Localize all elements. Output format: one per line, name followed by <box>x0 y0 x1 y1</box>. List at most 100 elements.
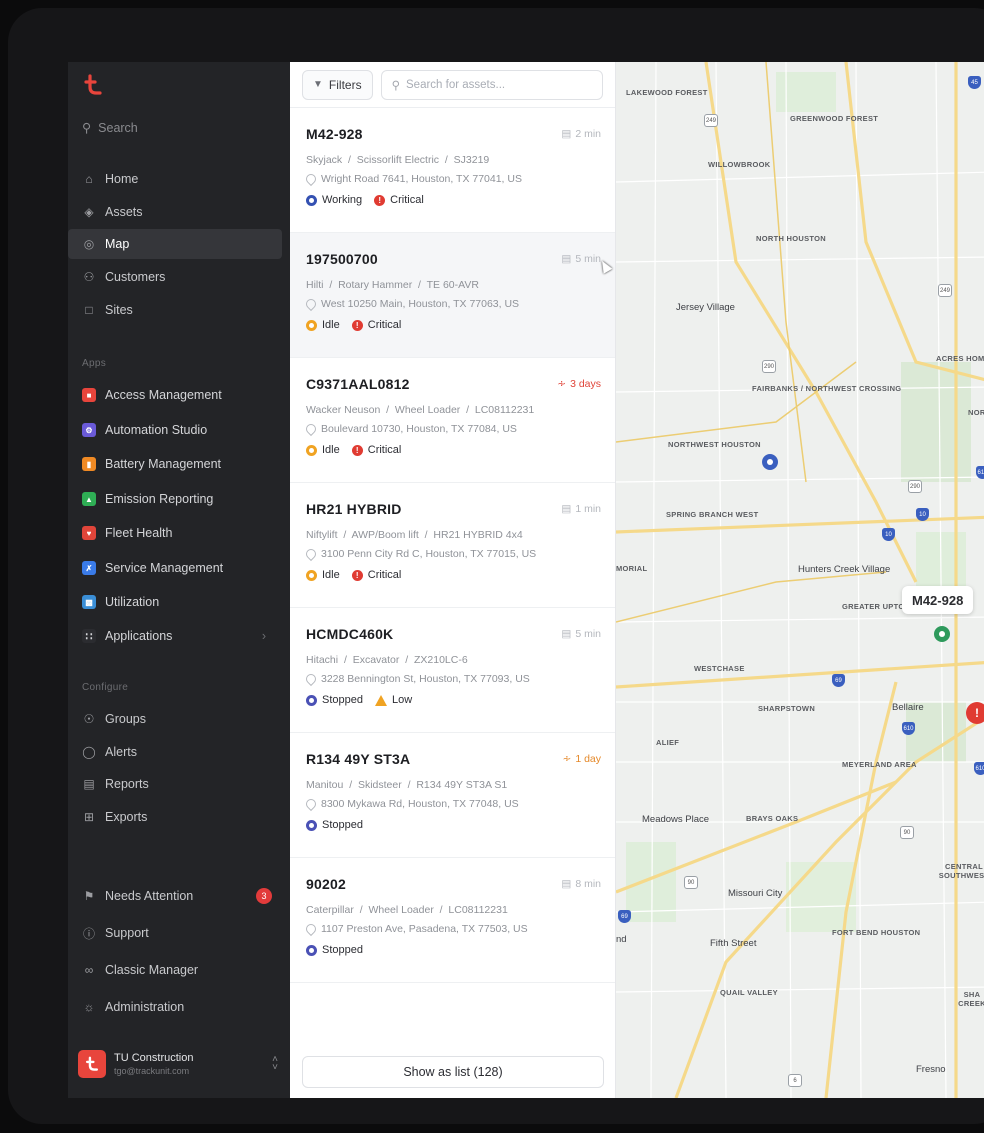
map-place-label: SHA CREEK <box>958 990 984 1008</box>
signal-icon: ▤ <box>561 878 572 890</box>
trackunit-logo[interactable] <box>80 72 106 98</box>
separator: / <box>401 779 417 791</box>
asset-card[interactable]: 197500700 ▤ 5 min Hilti / Rotary Hammer / T… <box>290 233 615 358</box>
asset-search-input[interactable] <box>406 78 547 91</box>
configure-section-label: Configure <box>82 682 129 693</box>
nav-item-classic-manager[interactable]: ∞ Classic Manager <box>68 955 282 985</box>
status-badge: Stopped <box>306 944 363 956</box>
last-seen: ▤ 5 min <box>561 253 601 265</box>
nav-item-map[interactable]: ◎ Map <box>68 229 282 259</box>
asset-brand: Wacker Neuson <box>306 404 381 416</box>
asset-card[interactable]: M42-928 ▤ 2 min Skyjack / Scissorlift Elect… <box>290 108 615 233</box>
app-item-access-management[interactable]: ■ Access Management <box>68 380 282 410</box>
status-label: Stopped <box>322 694 363 706</box>
app-item-automation-studio[interactable]: ⚙ Automation Studio <box>68 415 282 445</box>
account-switcher[interactable]: TU Construction tgo@trackunit.com ˄ ˅ <box>78 1047 278 1081</box>
show-as-list-button[interactable]: Show as list (128) <box>302 1056 604 1088</box>
tag-icon: ◈ <box>84 205 94 219</box>
asset-type: Rotary Hammer <box>338 279 413 291</box>
map-place-label: NORTHWEST HOUSTON <box>668 440 761 449</box>
asset-brand: Caterpillar <box>306 904 354 916</box>
app-item-emission-reporting[interactable]: ▲ Emission Reporting <box>68 484 282 514</box>
nav-label: Home <box>105 172 139 186</box>
asset-card[interactable]: 90202 ▤ 8 min Caterpillar / Wheel Loader / … <box>290 858 615 983</box>
asset-model: R134 49Y ST3A S1 <box>416 779 508 791</box>
separator: / <box>338 654 353 666</box>
asset-status-row: Stopped <box>306 819 599 831</box>
map-place-label: GREENWOOD FOREST <box>790 114 879 123</box>
asset-address: 1107 Preston Ave, Pasadena, TX 77503, US <box>303 921 599 937</box>
nav-item-support[interactable]: ⓘ Support <box>68 918 282 948</box>
map-place-label: Meadows Place <box>642 814 710 825</box>
asset-type: Wheel Loader <box>368 904 434 916</box>
nav-item-groups[interactable]: ☉ Groups <box>68 704 282 734</box>
last-seen: ▤ 5 min <box>561 628 601 640</box>
location-pin-icon <box>303 796 319 812</box>
map-place-label: Fifth Street <box>710 938 757 949</box>
asset-card[interactable]: HR21 HYBRID ▤ 1 min Niftylift / AWP/Boom li… <box>290 483 615 608</box>
asset-card[interactable]: HCMDC460K ▤ 5 min Hitachi / Excavator / ZX2… <box>290 608 615 733</box>
nav-item-sites[interactable]: □ Sites <box>68 295 282 325</box>
nav-item-assets[interactable]: ◈ Assets <box>68 197 282 227</box>
map-place-label: Jersey Village <box>676 302 735 313</box>
nav-item-home[interactable]: ⌂ Home <box>68 164 282 194</box>
filters-button[interactable]: ▼ Filters <box>302 69 373 100</box>
asset-map-callout[interactable]: M42-928 <box>902 586 974 614</box>
asset-marker[interactable] <box>762 454 778 470</box>
separator: / <box>433 904 449 916</box>
nav-label: Customers <box>105 270 166 284</box>
asset-card[interactable]: C9371AAL0812 ∻ 3 days Wacker Neuson / Wheel… <box>290 358 615 483</box>
separator: / <box>412 279 427 291</box>
filter-icon: ▼ <box>313 79 323 90</box>
map-place-label: Hunters Creek Village <box>798 564 891 575</box>
chart-icon: ▩ <box>82 595 96 609</box>
last-seen-label: 1 min <box>575 503 601 515</box>
globe-icon: ◎ <box>83 237 95 251</box>
app-item-battery-management[interactable]: ▮ Battery Management <box>68 449 282 479</box>
location-pin-icon <box>303 296 319 312</box>
asset-model: TE 60-AVR <box>426 279 479 291</box>
nav-item-alerts[interactable]: ◯ Alerts <box>68 737 282 767</box>
address-label: 3228 Bennington St, Houston, TX 77093, U… <box>321 673 530 685</box>
app-item-applications[interactable]: ∷ Applications › <box>68 621 282 651</box>
separator: / <box>380 404 395 416</box>
app-item-service-management[interactable]: ✗ Service Management <box>68 553 282 583</box>
status-badge: Idle <box>306 569 340 581</box>
nav-item-administration[interactable]: ☼ Administration <box>68 992 282 1022</box>
nav-item-reports[interactable]: ▤ Reports <box>68 769 282 799</box>
map-place-label: SPRING BRANCH WEST <box>666 510 759 519</box>
chevron-updown-icon: ˄ ˅ <box>272 1054 278 1073</box>
asset-brand: Niftylift <box>306 529 338 541</box>
asset-card[interactable]: R134 49Y ST3A ∻ 1 day Manitou / Skidsteer /… <box>290 733 615 858</box>
last-seen: ▤ 8 min <box>561 878 601 890</box>
nav-label: Alerts <box>105 745 137 759</box>
asset-status-row: Idle! Critical <box>306 319 599 331</box>
asset-model: LC08112231 <box>474 404 535 416</box>
asset-id: 90202 <box>306 876 346 892</box>
search-icon: ⚲ <box>391 79 401 92</box>
battery-icon: ▮ <box>82 457 96 471</box>
nav-item-exports[interactable]: ⊞ Exports <box>68 802 282 832</box>
nav-item-needs-attention[interactable]: ⚑ Needs Attention 3 <box>68 881 282 911</box>
asset-type: AWP/Boom lift <box>351 529 419 541</box>
search-icon: ⚲ <box>82 121 92 135</box>
map-view[interactable]: LAKEWOOD FOREST GREENWOOD FOREST WILLOWBRO… <box>616 62 984 1098</box>
critical-alert-marker[interactable]: ! <box>966 702 984 724</box>
asset-status-row: Stopped <box>306 944 599 956</box>
app-screen: ⚲ Search ⌂ Home ◈ Assets ◎ Map ⚇ Custome… <box>68 62 984 1098</box>
sidebar: ⚲ Search ⌂ Home ◈ Assets ◎ Map ⚇ Custome… <box>68 62 290 1098</box>
flag-icon: ⚑ <box>83 889 95 903</box>
status-dot-icon <box>306 694 317 706</box>
asset-marker-selected[interactable] <box>934 626 950 642</box>
map-place-label: ACRES HOM <box>936 354 984 363</box>
critical-icon: ! <box>351 569 363 581</box>
nav-item-customers[interactable]: ⚇ Customers <box>68 262 282 292</box>
app-label: Utilization <box>105 595 160 609</box>
app-item-fleet-health[interactable]: ♥ Fleet Health <box>68 518 282 548</box>
sidebar-search[interactable]: ⚲ Search <box>82 120 138 136</box>
status-dot-icon <box>306 819 317 831</box>
sidebar-search-label: Search <box>98 120 138 135</box>
app-item-utilization[interactable]: ▩ Utilization <box>68 587 282 617</box>
asset-id: HCMDC460K <box>306 626 394 642</box>
account-text: TU Construction tgo@trackunit.com <box>114 1052 193 1076</box>
